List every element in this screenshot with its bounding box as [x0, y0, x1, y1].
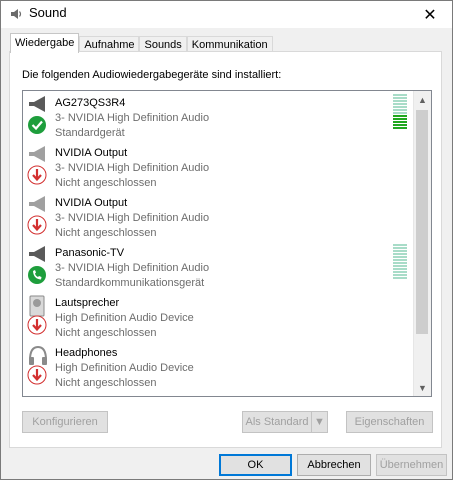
ok-button[interactable]: OK [219, 454, 292, 476]
set-default-dropdown[interactable]: ▼ [311, 411, 328, 433]
monitor-speaker-icon [27, 196, 47, 235]
configure-button[interactable]: Konfigurieren [22, 411, 108, 433]
device-status: Nicht angeschlossen [55, 177, 157, 189]
device-driver: 3- NVIDIA High Definition Audio [55, 112, 210, 124]
window-title: Sound [29, 5, 67, 20]
device-item[interactable]: NVIDIA Output 3- NVIDIA High Definition … [23, 191, 415, 241]
monitor-speaker-icon [28, 96, 46, 134]
device-name: Headphones [55, 347, 118, 359]
device-list[interactable]: AG273QS3R4 3- NVIDIA High Definition Aud… [22, 90, 432, 397]
device-status: Standardkommunikationsgerät [55, 277, 205, 289]
phone-badge-icon [28, 266, 46, 284]
headphones-icon [27, 345, 47, 385]
tab-playback[interactable]: Wiedergabe [10, 33, 80, 53]
chevron-down-icon: ▼ [314, 416, 325, 428]
device-name: NVIDIA Output [55, 147, 128, 159]
speaker-icon [27, 295, 47, 335]
device-name: AG273QS3R4 [55, 97, 126, 109]
device-name: NVIDIA Output [55, 197, 128, 209]
device-item[interactable]: AG273QS3R4 3- NVIDIA High Definition Aud… [23, 91, 415, 141]
speaker-app-icon [11, 9, 22, 19]
device-driver: High Definition Audio Device [55, 312, 194, 324]
device-driver: High Definition Audio Device [55, 362, 194, 374]
playback-panel: Die folgenden Audiowiedergabegeräte sind… [9, 51, 442, 448]
scroll-down-button[interactable]: ▼ [414, 379, 431, 396]
device-driver: 3- NVIDIA High Definition Audio [55, 162, 210, 174]
device-driver: 3- NVIDIA High Definition Audio [55, 262, 210, 274]
close-icon: ✕ [423, 6, 437, 24]
device-status: Nicht angeschlossen [55, 227, 157, 239]
intro-text: Die folgenden Audiowiedergabegeräte sind… [22, 69, 282, 81]
device-status: Nicht angeschlossen [55, 377, 157, 389]
volume-meter [393, 244, 407, 280]
device-item[interactable]: Lautsprecher High Definition Audio Devic… [23, 291, 415, 341]
device-status: Nicht angeschlossen [55, 327, 157, 339]
device-item[interactable]: NVIDIA Output 3- NVIDIA High Definition … [23, 141, 415, 191]
scroll-up-button[interactable]: ▲ [414, 91, 431, 108]
list-scrollbar[interactable]: ▲ ▼ [413, 91, 431, 396]
chevron-up-icon: ▲ [418, 94, 427, 105]
chevron-down-icon: ▼ [418, 382, 427, 393]
tab-strip: Wiedergabe Aufnahme Sounds Kommunikation [10, 33, 273, 53]
device-driver: 3- NVIDIA High Definition Audio [55, 212, 210, 224]
cancel-button[interactable]: Abbrechen [297, 454, 371, 476]
set-default-button[interactable]: Als Standard [242, 411, 312, 433]
device-status: Standardgerät [55, 127, 125, 139]
close-button[interactable]: ✕ [408, 1, 452, 28]
device-item[interactable]: Panasonic-TV 3- NVIDIA High Definition A… [23, 241, 415, 291]
title-bar: Sound ✕ [1, 1, 452, 28]
device-name: Panasonic-TV [55, 247, 125, 259]
scroll-thumb[interactable] [416, 110, 428, 334]
check-badge-icon [28, 116, 46, 134]
device-item[interactable]: Headphones High Definition Audio Device … [23, 341, 415, 391]
monitor-speaker-icon [27, 146, 47, 185]
apply-button[interactable]: Übernehmen [376, 454, 447, 476]
properties-button[interactable]: Eigenschaften [346, 411, 433, 433]
monitor-speaker-icon [28, 246, 46, 284]
volume-meter [393, 94, 407, 130]
device-name: Lautsprecher [55, 297, 120, 309]
